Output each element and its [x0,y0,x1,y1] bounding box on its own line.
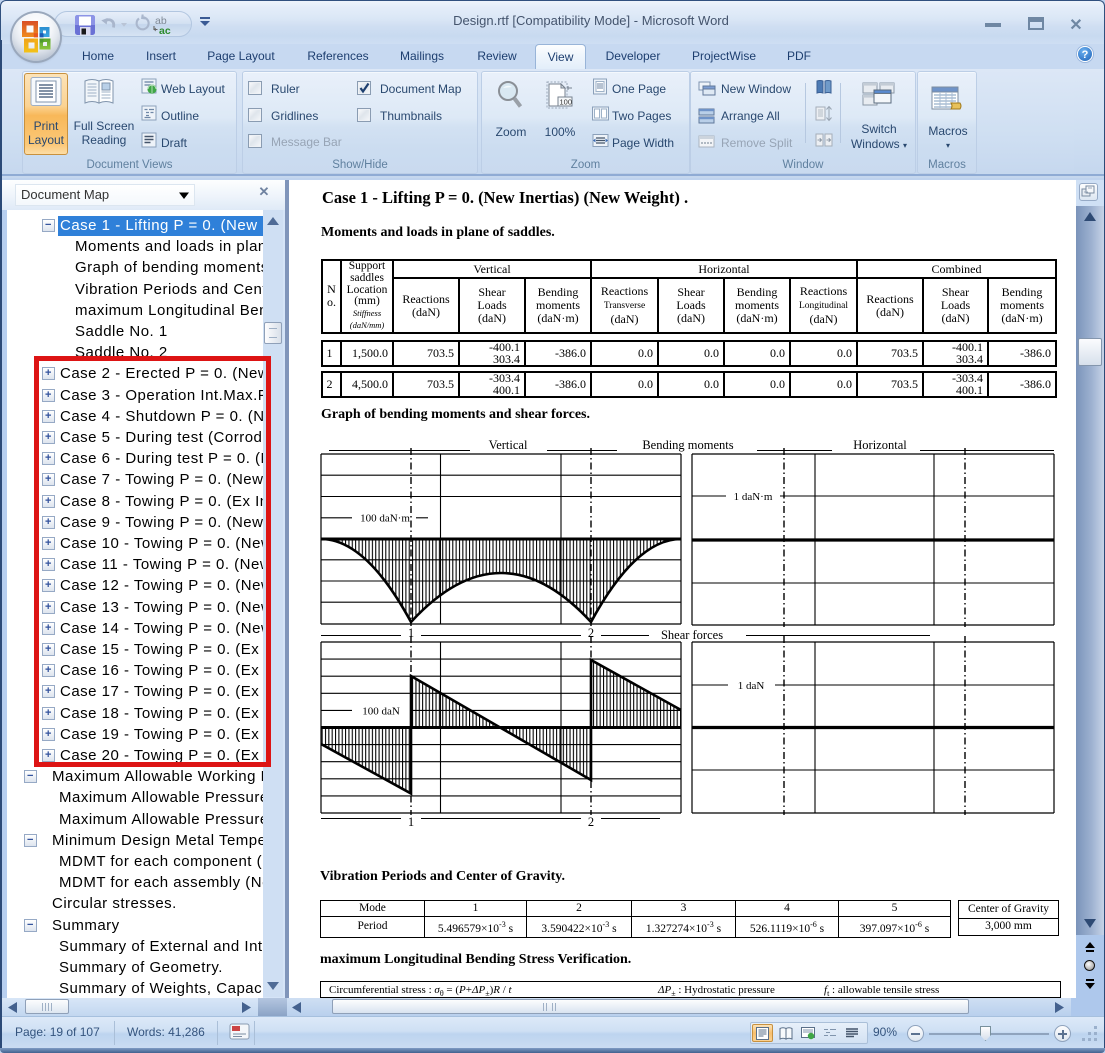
svg-text:100 daN·m: 100 daN·m [360,513,410,525]
svg-text:1: 1 [408,815,414,829]
svg-text:Horizontal: Horizontal [853,438,907,452]
svg-text:1 daN: 1 daN [738,680,765,692]
svg-text:100: 100 [560,98,573,107]
svg-text:Bending moments: Bending moments [642,438,733,452]
svg-text:Vertical: Vertical [489,438,528,452]
svg-text:100 daN: 100 daN [362,706,400,718]
svg-text:1 daN·m: 1 daN·m [734,491,773,503]
svg-text:2: 2 [588,815,594,829]
svg-text:Shear forces: Shear forces [661,628,723,642]
svg-text:ac: ac [159,25,171,36]
